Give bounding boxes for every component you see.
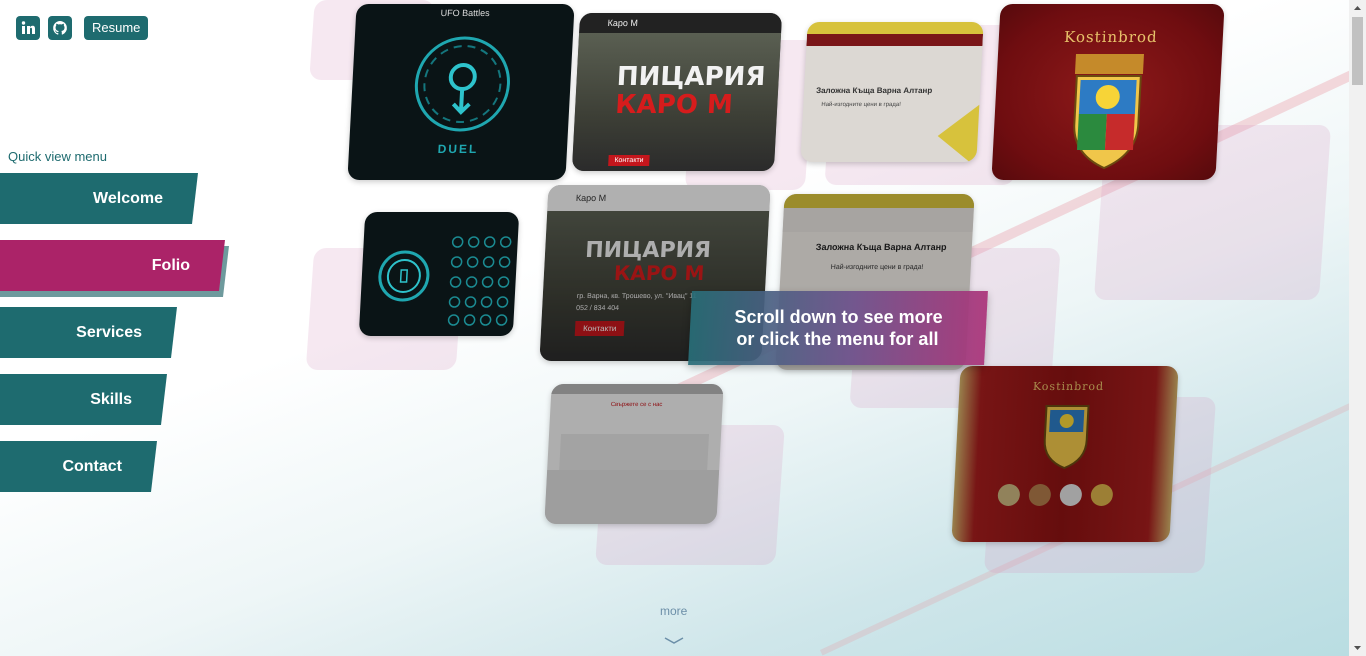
duel-grid-icon <box>447 236 512 326</box>
menu-item-folio[interactable]: Folio <box>0 240 225 291</box>
coat-of-arms-icon <box>1043 405 1090 470</box>
card-contacts-button: Контакти <box>608 155 650 166</box>
quick-view-menu-title: Quick view menu <box>8 149 107 164</box>
card-title: Kostinbrod <box>1063 28 1159 46</box>
scrollbar-thumb[interactable] <box>1352 17 1363 85</box>
portfolio-card-pizza[interactable]: Каро М ПИЦАРИЯ КАРО М Контакти <box>571 13 783 171</box>
card-heading: Заложна Къща Варна Алтанр <box>815 86 933 95</box>
card-title: UFO Battles <box>440 8 490 18</box>
scroll-up-icon[interactable] <box>1353 4 1362 13</box>
menu-item-label: Welcome <box>93 189 163 207</box>
duel-logo-icon <box>414 36 510 132</box>
chevron-down-icon[interactable] <box>664 634 684 646</box>
portfolio-card-kostinbrod[interactable]: Kostinbrod <box>991 4 1225 180</box>
linkedin-icon[interactable] <box>16 16 40 40</box>
scroll-hint-line-2: or click the menu for all <box>736 329 939 349</box>
social-links: Resume <box>16 16 149 40</box>
card-heading: Свържете се с нас <box>610 402 663 408</box>
menu-item-label: Services <box>76 323 142 341</box>
scroll-hint-line-1: Scroll down to see more <box>734 307 943 327</box>
menu-item-welcome[interactable]: Welcome <box>0 173 198 224</box>
portfolio-card-pawn-shop[interactable]: Заложна Къща Варна Алтанр Най-изгодните … <box>800 22 984 162</box>
card-logo-text: DUEL <box>437 142 479 156</box>
menu-item-skills[interactable]: Skills <box>0 374 167 425</box>
menu-item-label: Skills <box>90 390 132 408</box>
card-heading: Заложна Къща Варна Алтанр <box>815 242 947 252</box>
scroll-hint-overlay: Scroll down to see more or click the men… <box>688 291 988 365</box>
card-title: Kostinbrod <box>1032 380 1105 393</box>
scrollbar-track[interactable] <box>1349 0 1366 656</box>
portfolio-card-contacts-map[interactable]: Свържете се с нас <box>544 384 724 524</box>
card-headline-brand: КАРО М <box>614 90 734 120</box>
menu-item-services[interactable]: Services <box>0 307 177 358</box>
card-headline: ПИЦАРИЯ <box>616 62 767 92</box>
portfolio-card-duel-app[interactable] <box>358 212 520 336</box>
card-address: гр. Варна, кв. Трошево, ул. "Ивац" 11 <box>576 293 697 300</box>
more-link[interactable]: more <box>660 604 687 618</box>
card-phone: 052 / 834 404 <box>575 305 620 312</box>
menu-item-label: Folio <box>151 256 190 274</box>
menu-item-contact[interactable]: Contact <box>0 441 157 492</box>
card-header: Каро М <box>579 13 783 33</box>
card-contacts-button: Контакти <box>574 321 625 336</box>
card-thumbnails <box>997 484 1114 506</box>
card-subheading: Най-изгодните цени в града! <box>821 102 901 108</box>
card-subheading: Най-изгодните цени в града! <box>830 264 924 271</box>
portfolio-card-kostinbrod-mobile[interactable]: Kostinbrod <box>951 366 1179 542</box>
menu-item-label: Contact <box>62 457 122 475</box>
card-headline-brand: КАРО М <box>613 261 705 285</box>
coat-of-arms-icon <box>1073 54 1144 170</box>
scroll-down-icon[interactable] <box>1353 643 1362 652</box>
card-header: Каро М <box>547 185 771 211</box>
portfolio-card-ufo-battles[interactable]: UFO Battles DUEL <box>347 4 575 180</box>
resume-button[interactable]: Resume <box>84 16 149 40</box>
github-icon[interactable] <box>48 16 72 40</box>
duel-ring-icon <box>378 250 430 302</box>
